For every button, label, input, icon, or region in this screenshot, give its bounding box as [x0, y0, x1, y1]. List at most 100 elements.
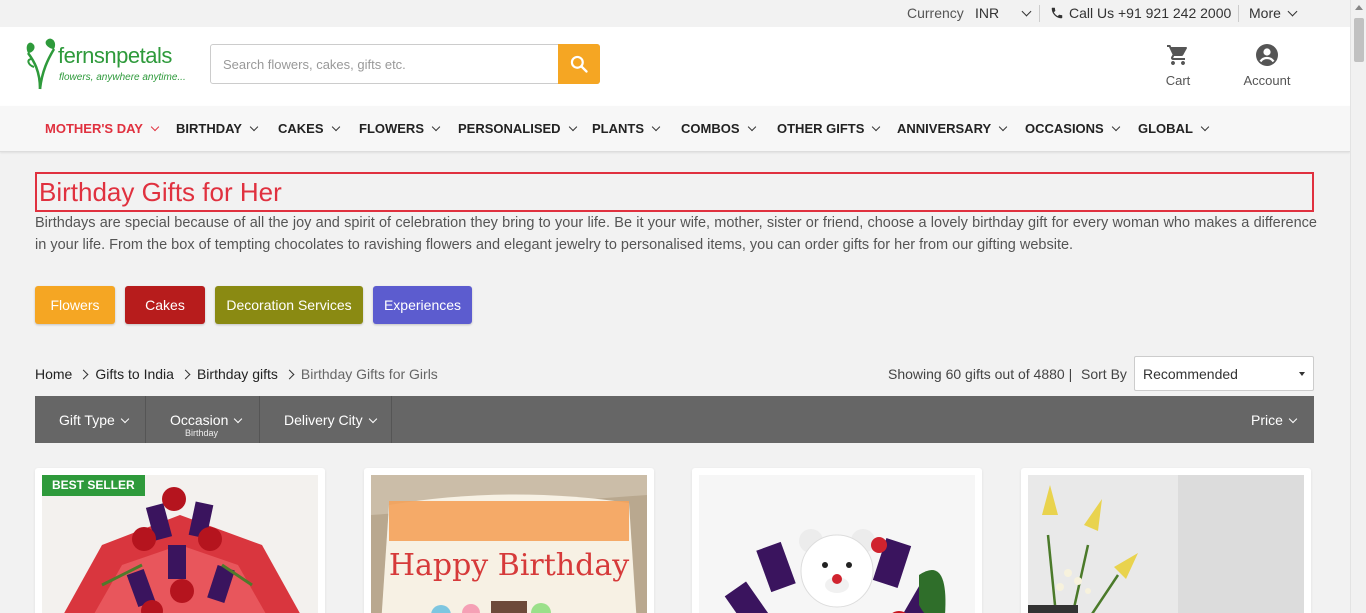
chevron-down-icon: [150, 122, 160, 132]
nav-label: GLOBAL: [1138, 121, 1193, 136]
call-us-text: Call Us +91 921 242 2000: [1069, 5, 1232, 21]
cart-button[interactable]: Cart: [1160, 43, 1196, 88]
nav-item-plants[interactable]: PLANTS: [592, 121, 661, 136]
chevron-down-icon: [1288, 414, 1298, 423]
filter-occasion-value: Birthday: [185, 428, 219, 438]
scroll-up-arrow-icon[interactable]: [1355, 5, 1363, 10]
breadcrumb-gifts-to-india[interactable]: Gifts to India: [95, 366, 174, 382]
nav-item-occasions[interactable]: OCCASIONS: [1025, 121, 1120, 136]
chevron-down-icon: [431, 122, 441, 132]
site-header: fernsnpetals flowers, anywhere anytime..…: [0, 27, 1350, 106]
nav-item-personalised[interactable]: PERSONALISED: [458, 121, 577, 136]
breadcrumb: Home Gifts to India Birthday gifts Birth…: [35, 366, 438, 382]
nav-label: CAKES: [278, 121, 324, 136]
filter-occasion[interactable]: Occasion Birthday: [146, 396, 260, 443]
chevron-down-icon: [368, 414, 377, 423]
search-button[interactable]: [558, 44, 600, 84]
chevron-down-icon: [120, 414, 130, 423]
currency-label: Currency: [907, 5, 964, 21]
chevron-down-icon: [1200, 122, 1210, 132]
product-image-happy-birthday-cushion: Happy Birthday: [371, 475, 647, 613]
svg-text:Happy Birthday: Happy Birthday: [389, 548, 629, 583]
nav-item-combos[interactable]: COMBOS: [681, 121, 756, 136]
nav-item-cakes[interactable]: CAKES: [278, 121, 340, 136]
search-input[interactable]: [211, 45, 559, 83]
cart-label: Cart: [1165, 73, 1191, 88]
logo-tagline: flowers, anywhere anytime...: [59, 72, 186, 83]
filter-label: Gift Type: [59, 412, 115, 428]
chevron-down-icon: [998, 122, 1008, 132]
chevron-down-icon: [1021, 6, 1032, 16]
product-card[interactable]: [692, 468, 982, 613]
sort-value: Recommended: [1143, 366, 1238, 382]
main-navigation: MOTHER'S DAY BIRTHDAY CAKES FLOWERS PERS…: [0, 106, 1350, 152]
nav-label: COMBOS: [681, 121, 740, 136]
search-icon: [570, 55, 588, 73]
category-cakes-button[interactable]: Cakes: [125, 286, 205, 324]
filter-price[interactable]: Price: [1225, 396, 1314, 443]
category-flowers-button[interactable]: Flowers: [35, 286, 115, 324]
scroll-thumb[interactable]: [1354, 18, 1364, 62]
nav-item-other-gifts[interactable]: OTHER GIFTS: [777, 121, 881, 136]
chevron-down-icon: [872, 122, 881, 132]
sort-select[interactable]: Recommended: [1134, 356, 1314, 391]
filter-bar: Gift Type Occasion Birthday Delivery Cit…: [35, 396, 1314, 443]
category-decoration-services-button[interactable]: Decoration Services: [215, 286, 363, 324]
page-title: Birthday Gifts for Her: [35, 172, 1314, 212]
product-card[interactable]: Happy Birthday: [364, 468, 654, 613]
breadcrumb-birthday-gifts[interactable]: Birthday gifts: [197, 366, 278, 382]
call-us-link[interactable]: Call Us +91 921 242 2000: [1050, 5, 1231, 21]
nav-item-birthday[interactable]: BIRTHDAY: [176, 121, 259, 136]
account-label: Account: [1243, 73, 1291, 88]
phone-icon: [1051, 7, 1063, 19]
nav-label: PERSONALISED: [458, 121, 561, 136]
product-image-lily-arrangement: [1028, 475, 1304, 613]
site-logo[interactable]: fernsnpetals flowers, anywhere anytime..…: [24, 31, 194, 91]
category-experiences-button[interactable]: Experiences: [373, 286, 472, 324]
chevron-right-icon: [284, 369, 295, 379]
nav-item-anniversary[interactable]: ANNIVERSARY: [897, 121, 1008, 136]
account-icon: [1256, 44, 1278, 66]
divider: [1238, 5, 1239, 22]
chevron-down-icon: [1287, 6, 1298, 16]
cart-icon: [1167, 45, 1187, 65]
page-scrollbar[interactable]: [1350, 0, 1366, 613]
page-description: Birthdays are special because of all the…: [35, 215, 1317, 253]
currency-selector[interactable]: INR: [975, 5, 1032, 21]
filter-label: Delivery City: [284, 412, 363, 428]
nav-label: OTHER GIFTS: [777, 121, 865, 136]
chevron-down-icon: [331, 122, 340, 132]
search-box: [210, 44, 600, 84]
more-menu[interactable]: More: [1249, 5, 1298, 21]
chevron-down-icon: [249, 122, 259, 132]
chevron-down-icon: [651, 122, 661, 132]
filter-gift-type[interactable]: Gift Type: [35, 396, 146, 443]
nav-label: ANNIVERSARY: [897, 121, 992, 136]
filter-label: Occasion: [170, 412, 229, 428]
filter-delivery-city[interactable]: Delivery City: [260, 396, 392, 443]
top-utility-bar: Currency INR Call Us +91 921 242 2000 Mo…: [0, 0, 1350, 27]
nav-label: OCCASIONS: [1025, 121, 1104, 136]
product-card[interactable]: [1021, 468, 1311, 613]
nav-item-global[interactable]: GLOBAL: [1138, 121, 1210, 136]
product-image-teddy-chocolate-bouquet: [699, 475, 975, 613]
nav-label: PLANTS: [592, 121, 644, 136]
breadcrumb-home[interactable]: Home: [35, 366, 72, 382]
filter-label: Price: [1251, 412, 1283, 428]
chevron-down-icon: [234, 414, 243, 423]
nav-item-mothers-day[interactable]: MOTHER'S DAY: [45, 121, 160, 136]
caret-down-icon: [1299, 372, 1305, 376]
logo-text: fernsnpetals: [58, 43, 172, 68]
sort-label: Sort By: [1081, 366, 1127, 382]
breadcrumb-current: Birthday Gifts for Girls: [300, 366, 438, 382]
results-count: Showing 60 gifts out of 4880 |: [888, 366, 1073, 382]
chevron-right-icon: [78, 369, 89, 379]
nav-label: MOTHER'S DAY: [45, 121, 143, 136]
divider: [1039, 5, 1040, 22]
nav-item-flowers[interactable]: FLOWERS: [359, 121, 441, 136]
chevron-down-icon: [568, 122, 577, 132]
chevron-down-icon: [747, 122, 756, 132]
more-label: More: [1249, 5, 1281, 21]
nav-label: FLOWERS: [359, 121, 424, 136]
account-button[interactable]: Account: [1241, 43, 1293, 88]
